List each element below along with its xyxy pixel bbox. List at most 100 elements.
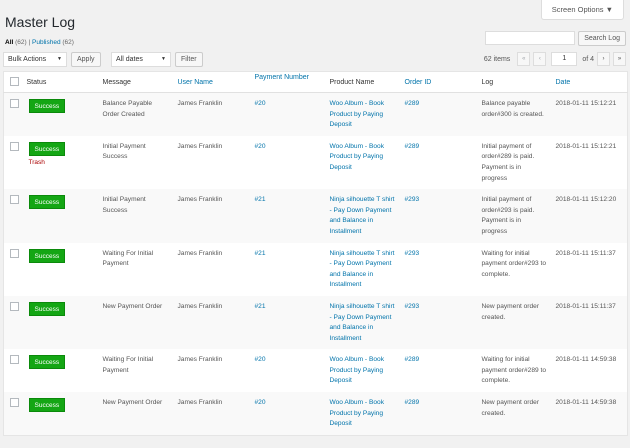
- filter-all[interactable]: All: [5, 39, 13, 46]
- row-select-cell: [4, 349, 23, 392]
- status-badge: Success: [28, 99, 66, 113]
- payment-number-link[interactable]: #20: [251, 136, 326, 189]
- status-cell: Success: [22, 295, 99, 350]
- last-page-button[interactable]: »: [613, 52, 626, 66]
- order-id-link[interactable]: #293: [400, 295, 478, 350]
- column-date[interactable]: Date: [551, 71, 628, 93]
- column-user-name[interactable]: User Name: [173, 71, 251, 93]
- payment-number-link[interactable]: #21: [250, 189, 326, 243]
- order-id-link[interactable]: #289: [401, 349, 478, 392]
- message-cell: New Payment Order: [98, 392, 174, 436]
- search-box: Search Log: [485, 31, 626, 46]
- message-cell: Balance Payable Order Created: [98, 92, 174, 136]
- product-name-link[interactable]: Ninja silhouette T shirt - Pay Down Paym…: [325, 189, 401, 243]
- date-cell: 2018-01-11 15:12:21: [551, 92, 628, 136]
- log-cell: New payment order created.: [477, 295, 552, 350]
- row-checkbox[interactable]: [10, 398, 19, 408]
- status-badge: Success: [28, 398, 66, 413]
- column-order-id[interactable]: Order ID: [400, 71, 478, 93]
- select-all-cell: [3, 71, 23, 93]
- status-cell: Success: [22, 392, 99, 436]
- product-name-link[interactable]: Ninja silhouette T shirt - Pay Down Paym…: [325, 295, 401, 350]
- date-cell: 2018-01-11 15:12:20: [551, 189, 628, 243]
- status-cell: Success: [22, 189, 99, 243]
- table-row: Success Initial Payment Success James Fran…: [3, 189, 628, 243]
- order-id-link[interactable]: #289: [400, 92, 478, 136]
- user-name-cell: James Franklin: [173, 295, 251, 350]
- log-cell: Initial payment of order#289 is paid. Pa…: [481, 142, 535, 182]
- product-name-link[interactable]: Woo Album - Book Product by Paying Depos…: [325, 92, 401, 136]
- column-status: Status: [22, 71, 99, 93]
- order-id-link[interactable]: #293: [401, 243, 478, 296]
- status-badge: Success: [28, 195, 66, 210]
- chevron-down-icon: ▼: [161, 56, 166, 62]
- items-count: 62 items: [483, 55, 511, 63]
- filter-all-count: (62): [15, 39, 27, 46]
- table-row: Success Waiting For Initial Payment James …: [4, 349, 628, 392]
- table-row: Success Waiting For Initial Payment James …: [4, 243, 628, 296]
- status-badge: Success: [28, 355, 66, 370]
- select-all-checkbox[interactable]: [10, 76, 19, 86]
- filter-button[interactable]: Filter: [175, 52, 203, 67]
- order-id-link[interactable]: #293: [400, 189, 478, 243]
- table-row: Success New Payment Order James Franklin #2…: [3, 392, 628, 436]
- next-page-button[interactable]: ›: [597, 52, 610, 66]
- pagination: 62 items « ‹ 1 of 4 › »: [484, 52, 626, 66]
- current-page-input[interactable]: 1: [551, 52, 578, 66]
- search-log-button[interactable]: Search Log: [578, 31, 626, 46]
- dates-value: All dates: [116, 56, 143, 63]
- payment-number-link[interactable]: #20: [250, 92, 326, 136]
- order-id-link[interactable]: #289: [400, 392, 478, 436]
- bulk-actions-value: Bulk Actions: [8, 56, 47, 63]
- order-id-link[interactable]: #289: [401, 136, 478, 189]
- filter-published[interactable]: Published: [32, 39, 61, 46]
- table-row: Success New Payment Order James Franklin #2…: [3, 295, 628, 350]
- payment-number-link[interactable]: #21: [250, 295, 326, 350]
- message-cell: New Payment Order: [98, 295, 174, 350]
- date-cell: 2018-01-11 14:59:38: [555, 356, 617, 364]
- product-name-link[interactable]: Ninja silhouette T shirt - Pay Down Paym…: [326, 243, 401, 296]
- product-name-link[interactable]: Woo Album - Book Product by Paying Depos…: [325, 392, 401, 436]
- row-checkbox[interactable]: [10, 355, 19, 365]
- row-checkbox[interactable]: [10, 99, 19, 108]
- user-name-cell: James Franklin: [177, 249, 223, 257]
- table-row: Success Balance Payable Order Created Jame…: [3, 92, 628, 136]
- column-payment-number[interactable]: Payment Number: [250, 71, 326, 93]
- total-pages: of 4: [582, 55, 594, 63]
- filter-published-count: (62): [62, 39, 74, 46]
- row-checkbox[interactable]: [10, 301, 19, 311]
- column-product-name: Product Name: [325, 71, 401, 93]
- date-cell: 2018-01-11 15:12:21: [555, 142, 617, 150]
- table-row: Success Trash Initial Payment Success James…: [4, 136, 628, 189]
- row-select-cell: [4, 243, 23, 296]
- log-cell: New payment order created.: [477, 392, 552, 436]
- user-name-cell: James Franklin: [173, 392, 251, 436]
- user-name-cell: James Franklin: [173, 189, 251, 243]
- row-select-cell: [3, 189, 23, 243]
- trash-link[interactable]: Trash: [29, 158, 95, 169]
- payment-number-link[interactable]: #20: [251, 349, 326, 392]
- payment-number-link[interactable]: #20: [250, 392, 326, 436]
- log-cell: Balance payable order#300 is created.: [477, 92, 552, 136]
- payment-number-link[interactable]: #21: [251, 243, 326, 296]
- date-cell: 2018-01-11 15:11:37: [555, 249, 616, 257]
- dates-select[interactable]: All dates ▼: [111, 52, 171, 67]
- product-name-link[interactable]: Woo Album - Book Product by Paying Depos…: [326, 136, 401, 189]
- status-badge: Success: [28, 141, 66, 156]
- message-cell: Initial Payment Success: [102, 142, 146, 161]
- apply-button[interactable]: Apply: [71, 52, 101, 67]
- row-select-cell: [4, 136, 23, 189]
- row-select-cell: [3, 392, 23, 436]
- filter-separator: |: [28, 39, 31, 46]
- bulk-actions-select[interactable]: Bulk Actions ▼: [3, 52, 67, 67]
- search-input[interactable]: [485, 31, 576, 45]
- message-cell: Initial Payment Success: [98, 189, 174, 243]
- row-checkbox[interactable]: [10, 195, 19, 205]
- screen-options-button[interactable]: Screen Options ▼: [540, 0, 624, 20]
- user-name-cell: James Franklin: [177, 142, 223, 150]
- row-checkbox[interactable]: [10, 248, 19, 258]
- product-name-link[interactable]: Woo Album - Book Product by Paying Depos…: [326, 349, 401, 392]
- first-page-button[interactable]: «: [517, 52, 531, 66]
- prev-page-button[interactable]: ‹: [533, 52, 547, 66]
- row-checkbox[interactable]: [10, 141, 19, 151]
